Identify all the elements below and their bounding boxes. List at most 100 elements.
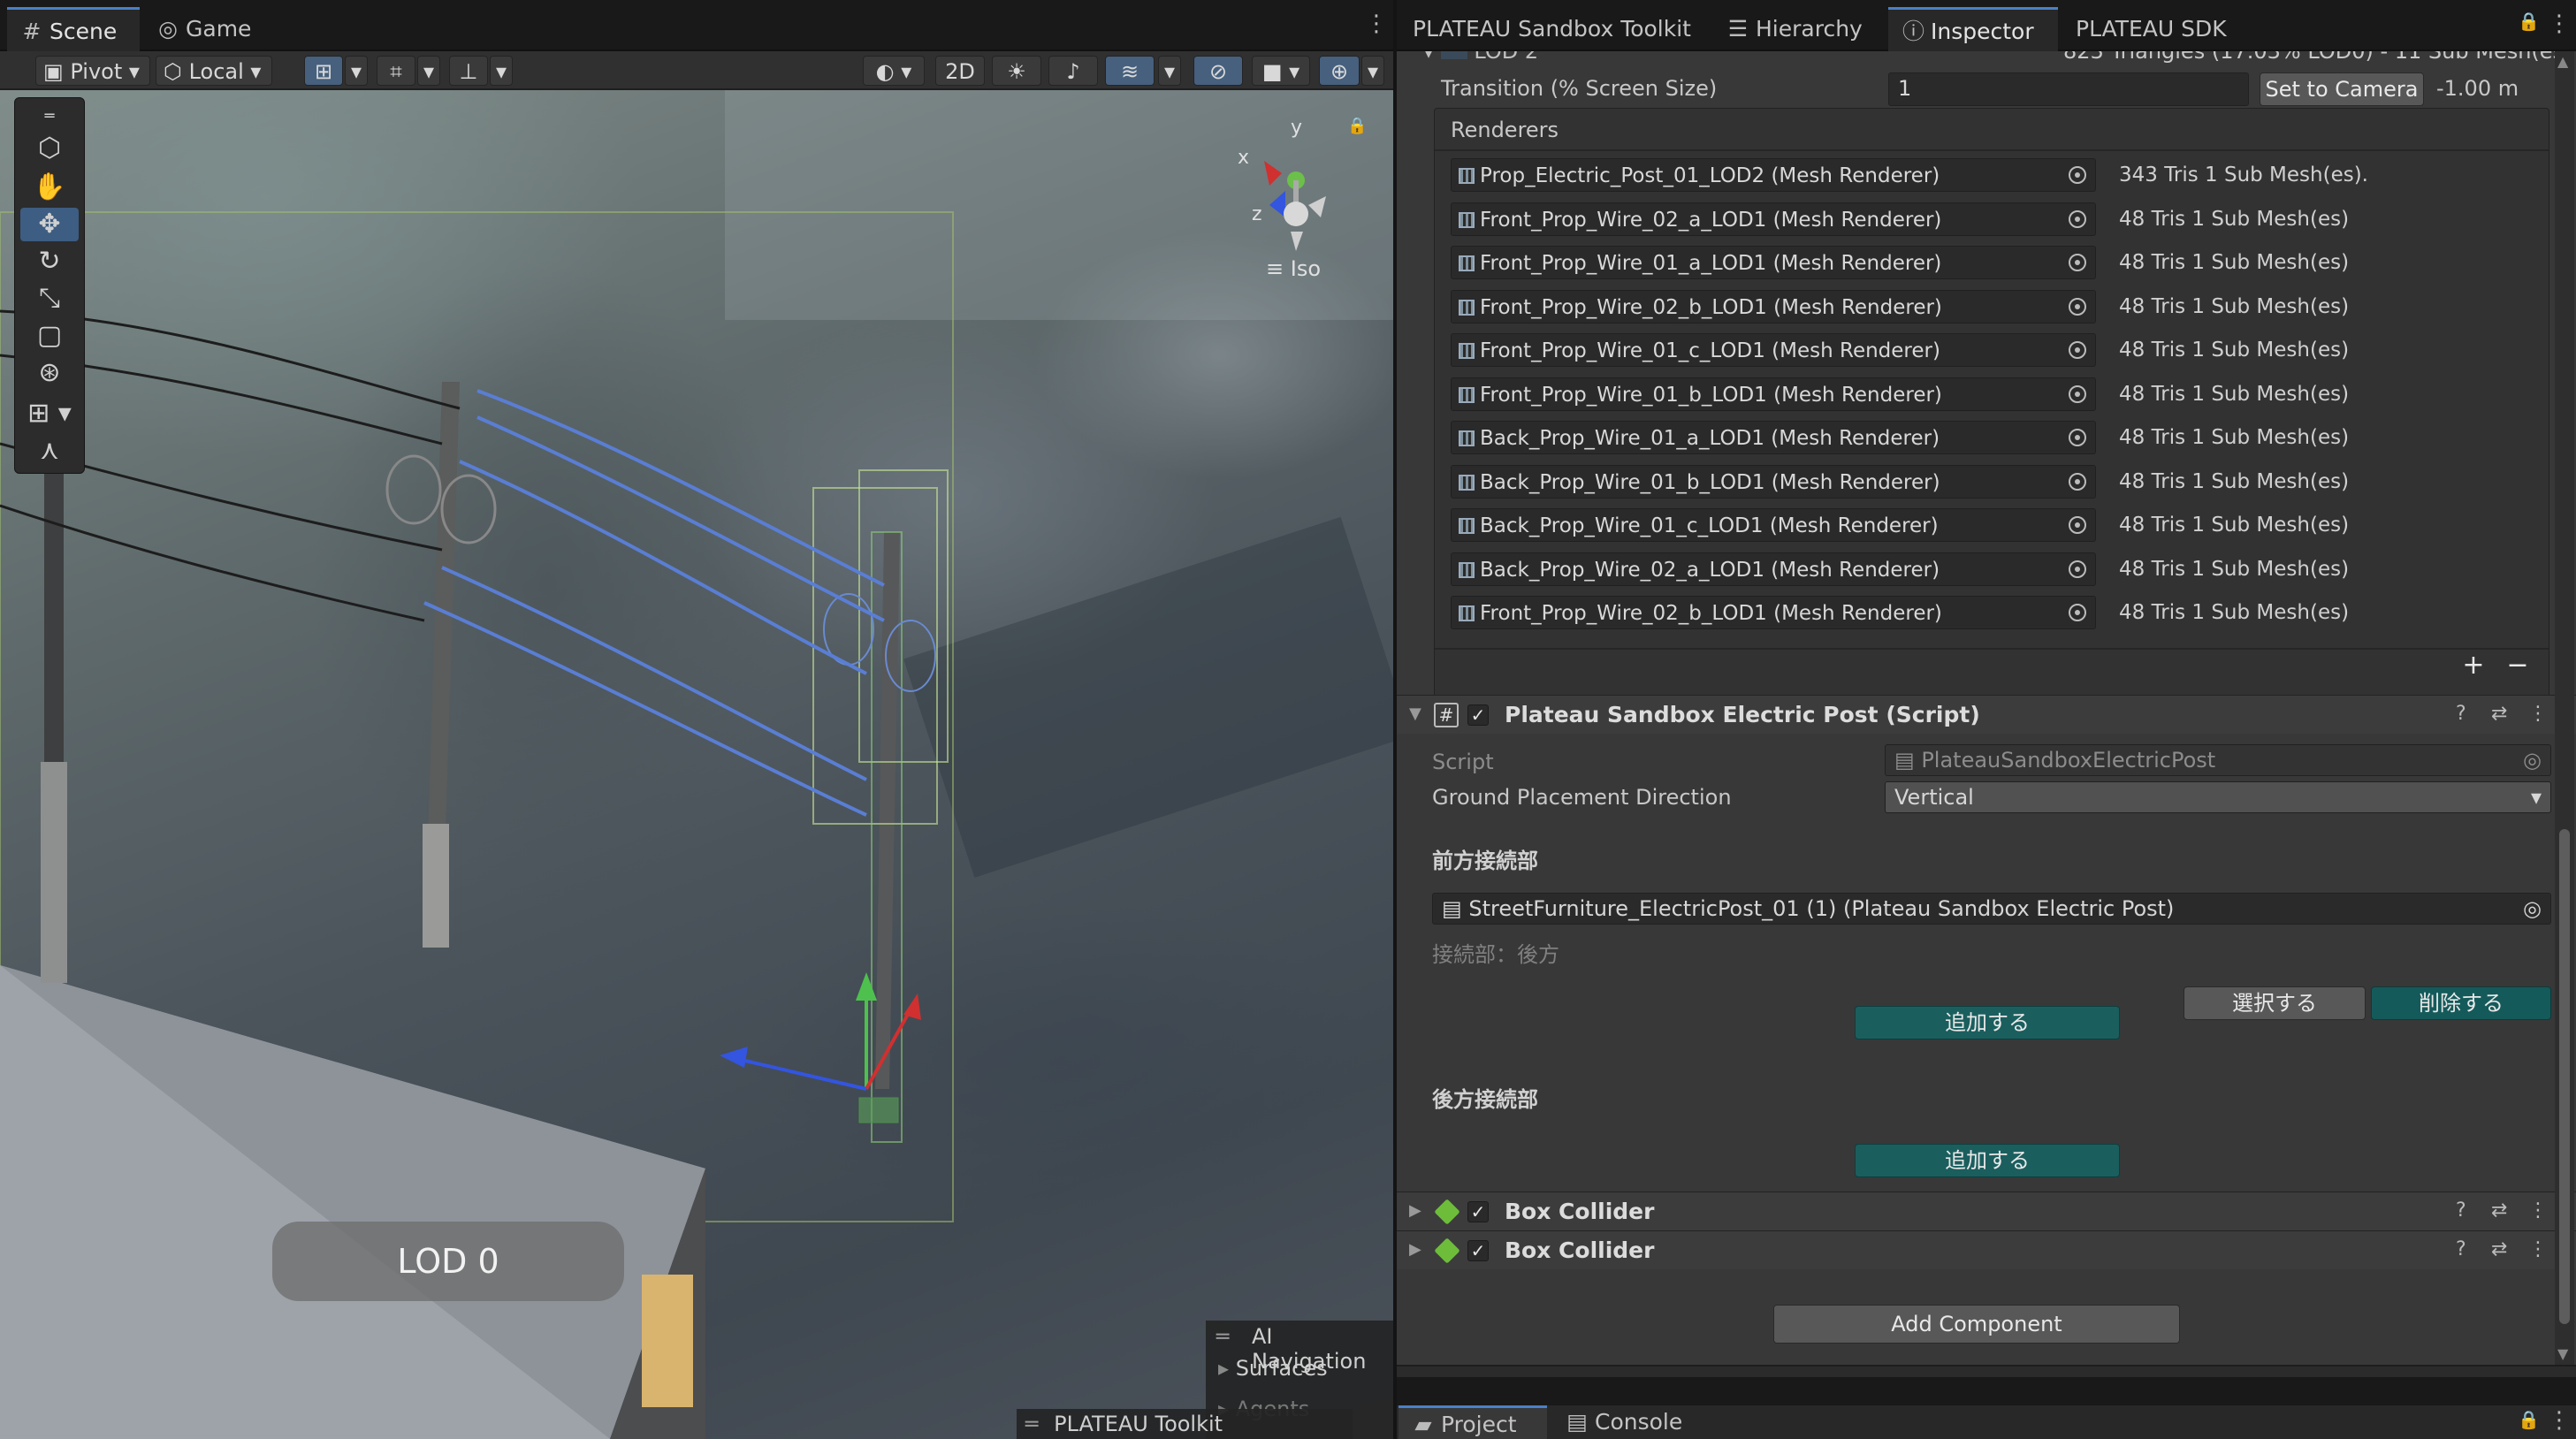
renderer-field[interactable]: Front_Prop_Wire_01_b_LOD1 (Mesh Renderer… <box>1451 377 2096 411</box>
presets-icon[interactable]: ⇄ <box>2491 703 2507 725</box>
scale-tool-icon[interactable]: ⤡ <box>20 282 79 316</box>
object-picker-icon[interactable] <box>2069 429 2086 446</box>
box-collider-2-menu-icon[interactable]: ⋮ <box>2528 1238 2548 1260</box>
box-collider-2-arrow-icon[interactable]: ▶ <box>1409 1240 1421 1259</box>
box-collider-2-checkbox[interactable]: ✓ <box>1467 1240 1489 1261</box>
component-menu-icon[interactable]: ⋮ <box>2528 703 2548 725</box>
gizmos-toggle[interactable]: ⊕ <box>1319 56 1360 86</box>
select-button[interactable]: 選択する <box>2184 986 2366 1020</box>
add-component-button[interactable]: Add Component <box>1773 1305 2180 1344</box>
effects-toggle[interactable]: ≋ <box>1105 56 1155 86</box>
box-collider-1-presets-icon[interactable]: ⇄ <box>2491 1199 2507 1222</box>
tab-console[interactable]: ▤ Console <box>1552 1405 1703 1439</box>
renderer-field[interactable]: Back_Prop_Wire_01_c_LOD1 (Mesh Renderer) <box>1451 508 2096 542</box>
palette-grip-icon[interactable]: ═ <box>20 100 79 133</box>
scroll-down-icon[interactable]: ▼ <box>2557 1345 2568 1362</box>
surfaces-foldout[interactable]: ▸ Surfaces <box>1218 1356 1328 1381</box>
object-picker-icon[interactable] <box>2069 560 2086 578</box>
object-picker-icon[interactable] <box>2069 297 2086 316</box>
box-collider-header-1[interactable]: ▶ ✓ Box Collider ? ⇄ ⋮ <box>1397 1192 2576 1230</box>
object-picker-icon[interactable] <box>2069 384 2086 403</box>
box-collider-1-help-icon[interactable]: ? <box>2456 1199 2466 1222</box>
increment-snap-toggle[interactable]: ⌗ <box>377 56 415 86</box>
bottom-lock-icon[interactable]: 🔒 <box>2518 1409 2540 1430</box>
lighting-toggle[interactable]: ☀ <box>992 56 1041 86</box>
scene-more-icon[interactable]: ⋮ <box>1365 11 1388 37</box>
rotate-tool-icon[interactable]: ↻ <box>20 245 79 278</box>
renderer-row[interactable]: Front_Prop_Wire_02_b_LOD1 (Mesh Renderer… <box>1451 289 2527 325</box>
inspector-more-icon[interactable]: ⋮ <box>2548 11 2571 37</box>
spline-tool-icon[interactable]: ⋏ <box>20 434 79 468</box>
add-front-connection-button[interactable]: 追加する <box>1855 1006 2120 1039</box>
2d-toggle[interactable]: 2D <box>935 56 985 86</box>
front-connection-target-icon[interactable]: ◎ <box>2523 894 2542 924</box>
renderer-row[interactable]: Front_Prop_Wire_01_c_LOD1 (Mesh Renderer… <box>1451 333 2527 369</box>
lod-group-header[interactable]: ▾ LOD 2 <box>1423 51 1538 64</box>
projection-toggle[interactable]: ≡ Iso <box>1266 256 1321 281</box>
preview-menu-icon[interactable]: ⋮ <box>2546 1374 2567 1377</box>
renderer-field[interactable]: Front_Prop_Wire_02_b_LOD1 (Mesh Renderer… <box>1451 596 2096 629</box>
add-renderer-button[interactable]: + <box>2451 650 2496 681</box>
shading-mode-dropdown[interactable]: ◐ ▾ <box>863 56 925 86</box>
move-tool-icon[interactable]: ✥ <box>20 208 79 241</box>
view-tool-cube-icon[interactable]: ⬡ <box>20 132 79 165</box>
front-connection-field[interactable]: ▤ StreetFurniture_ElectricPost_01 (1) (P… <box>1432 893 2551 925</box>
camera-settings-button[interactable]: ■ ▾ <box>1252 56 1310 86</box>
box-collider-1-menu-icon[interactable]: ⋮ <box>2528 1199 2548 1222</box>
script-enabled-checkbox[interactable]: ✓ <box>1467 704 1489 726</box>
increment-snap-dropdown[interactable]: ▾ <box>417 56 440 86</box>
plateau-toolkit-overlay[interactable]: ═ PLATEAU Toolkit <box>1017 1409 1353 1439</box>
overlay-grip-icon[interactable]: ═ <box>1216 1324 1229 1349</box>
preview-bar[interactable]: StreetFurniture_ElectricPost_01 (3) ⋮ <box>1397 1365 2576 1377</box>
tab-hierarchy[interactable]: ☰ Hierarchy <box>1713 7 1886 51</box>
tab-inspector[interactable]: ⓘ Inspector <box>1888 7 2058 51</box>
renderer-row[interactable]: Front_Prop_Wire_02_a_LOD1 (Mesh Renderer… <box>1451 202 2527 238</box>
object-picker-icon[interactable] <box>2069 472 2086 491</box>
box-collider-header-2[interactable]: ▶ ✓ Box Collider ? ⇄ ⋮ <box>1397 1230 2576 1269</box>
renderer-row[interactable]: Front_Prop_Wire_01_a_LOD1 (Mesh Renderer… <box>1451 246 2527 281</box>
object-picker-icon[interactable] <box>2069 166 2086 184</box>
box-collider-1-checkbox[interactable]: ✓ <box>1467 1201 1489 1222</box>
add-back-connection-button[interactable]: 追加する <box>1855 1144 2120 1177</box>
box-collider-2-help-icon[interactable]: ? <box>2456 1238 2466 1260</box>
renderer-row[interactable]: Prop_Electric_Post_01_LOD2 (Mesh Rendere… <box>1451 158 2527 194</box>
renderer-field[interactable]: Front_Prop_Wire_02_b_LOD1 (Mesh Renderer… <box>1451 289 2096 324</box>
renderer-field[interactable]: Back_Prop_Wire_01_b_LOD1 (Mesh Renderer) <box>1451 464 2096 499</box>
object-picker-icon[interactable] <box>2069 516 2086 534</box>
audio-toggle[interactable]: ♪ <box>1048 56 1098 86</box>
local-dropdown[interactable]: ⬡ Local ▾ <box>156 56 272 86</box>
effects-dropdown[interactable]: ▾ <box>1158 56 1181 86</box>
inspector-lock-icon[interactable]: 🔒 <box>2518 11 2540 32</box>
renderer-row[interactable]: Back_Prop_Wire_02_a_LOD1 (Mesh Renderer)… <box>1451 552 2527 588</box>
renderer-row[interactable]: Front_Prop_Wire_01_b_LOD1 (Mesh Renderer… <box>1451 377 2527 413</box>
transition-input[interactable]: 1 <box>1888 72 2249 106</box>
object-picker-icon[interactable] <box>2069 604 2086 621</box>
z-axis-handle[interactable] <box>720 1047 748 1068</box>
renderer-row[interactable]: Back_Prop_Wire_01_b_LOD1 (Mesh Renderer)… <box>1451 464 2527 500</box>
y-axis-handle[interactable] <box>856 972 877 1001</box>
inspector-scrollbar[interactable]: ▲ ▼ <box>2555 51 2574 1365</box>
pivot-dropdown[interactable]: ▣ Pivot ▾ <box>35 56 150 86</box>
scroll-up-icon[interactable]: ▲ <box>2557 53 2568 70</box>
renderer-field[interactable]: Front_Prop_Wire_01_a_LOD1 (Mesh Renderer… <box>1451 246 2096 279</box>
renderer-field[interactable]: Prop_Electric_Post_01_LOD2 (Mesh Rendere… <box>1451 158 2096 192</box>
object-picker-icon[interactable] <box>2069 341 2086 359</box>
transform-tool-icon[interactable]: ⊛ <box>20 356 79 390</box>
tab-plateau-sandbox-toolkit[interactable]: PLATEAU Sandbox Toolkit <box>1399 7 1713 51</box>
tab-project[interactable]: ▰ Project <box>1399 1405 1547 1439</box>
ruler-toggle[interactable]: ⊥ <box>449 56 488 86</box>
help-icon[interactable]: ? <box>2456 703 2466 725</box>
script-foldout-arrow-icon[interactable]: ▼ <box>1409 704 1421 723</box>
scene-viewport[interactable]: y x z 🔒 ≡ Iso ═ ⬡ ✋ ✥ ↻ ⤡ ▢ ⊛ ⊞ ▾ ⋏ LOD … <box>0 90 1393 1439</box>
electric-post-script-header[interactable]: ▼ # ✓ Plateau Sandbox Electric Post (Scr… <box>1397 695 2576 734</box>
bottom-more-icon[interactable]: ⋮ <box>2548 1407 2571 1434</box>
tab-game[interactable]: ◎ Game <box>143 7 276 51</box>
delete-button[interactable]: 削除する <box>2371 986 2551 1020</box>
gizmos-dropdown[interactable]: ▾ <box>1361 56 1384 86</box>
object-picker-icon[interactable] <box>2069 254 2086 271</box>
tab-plateau-sdk[interactable]: PLATEAU SDK <box>2062 7 2238 51</box>
tab-scene[interactable]: # Scene <box>7 7 140 51</box>
grid-snapping-dropdown[interactable]: ▾ <box>345 56 368 86</box>
renderer-row[interactable]: Back_Prop_Wire_01_a_LOD1 (Mesh Renderer)… <box>1451 421 2527 456</box>
renderer-field[interactable]: Back_Prop_Wire_02_a_LOD1 (Mesh Renderer) <box>1451 552 2096 586</box>
